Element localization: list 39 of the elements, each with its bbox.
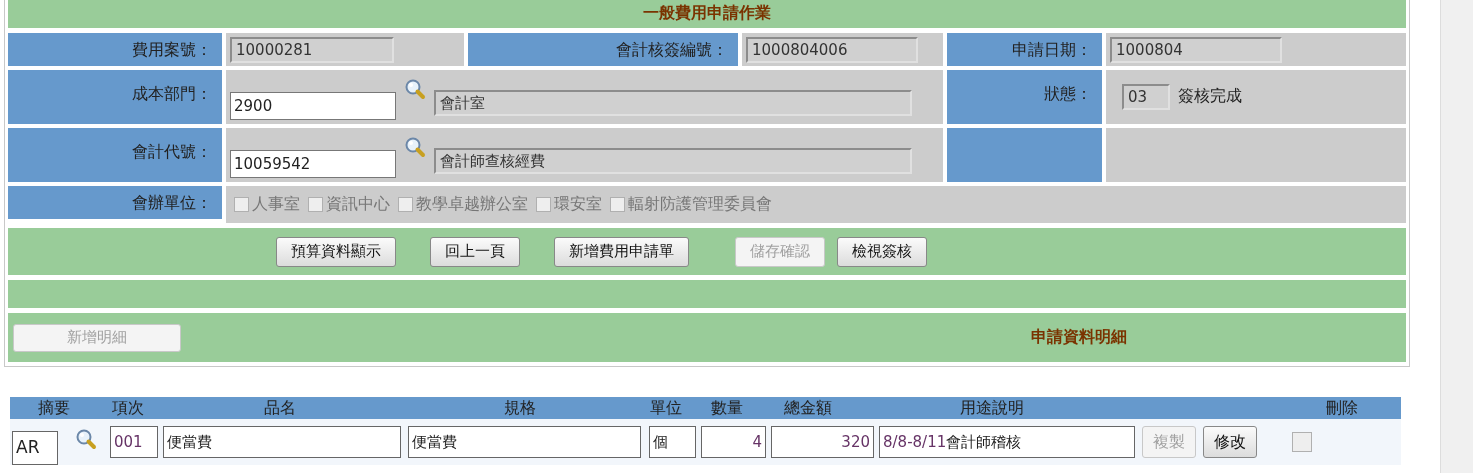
field-label: 成本部門： — [8, 70, 222, 124]
search-icon[interactable] — [75, 428, 97, 450]
scrollbar[interactable] — [1440, 0, 1473, 473]
summary-field[interactable]: AR — [12, 431, 58, 465]
action-button[interactable]: 預算資料顯示 — [276, 236, 396, 267]
column-header: 總金額 — [784, 398, 832, 418]
field-label: 費用案號： — [8, 33, 222, 66]
column-header: 用途說明 — [960, 398, 1024, 418]
action-button[interactable]: 檢視簽核 — [837, 236, 927, 267]
search-icon[interactable] — [404, 78, 426, 100]
action-button[interactable]: 回上一頁 — [430, 236, 520, 267]
item-field[interactable]: 001 — [110, 426, 158, 458]
column-header: 刪除 — [1326, 398, 1358, 418]
column-header: 規格 — [504, 398, 536, 418]
unit-field[interactable]: 個 — [649, 426, 696, 458]
purpose-field[interactable]: 8/8-8/11會計師稽核 — [879, 426, 1135, 458]
column-header: 項次 — [112, 398, 144, 418]
column-header: 摘要 — [38, 398, 70, 418]
field-label: 會辦單位： — [8, 186, 222, 219]
input-field[interactable]: 2900 — [230, 92, 396, 120]
spec-field[interactable]: 便當費 — [408, 426, 641, 458]
page-title: 一般費用申請作業 — [643, 2, 771, 24]
input-field[interactable]: 10059542 — [230, 150, 396, 178]
column-header: 單位 — [650, 398, 682, 418]
delete-checkbox[interactable] — [1292, 432, 1312, 452]
status-text: 簽核完成 — [1178, 85, 1242, 107]
edit-button[interactable]: 修改 — [1203, 426, 1257, 458]
field-label: 狀態： — [947, 70, 1102, 124]
column-header: 品名 — [264, 398, 296, 418]
column-header: 數量 — [711, 398, 743, 418]
search-icon[interactable] — [404, 136, 426, 158]
field-label: 會計代號： — [8, 128, 222, 182]
field-label: 申請日期： — [947, 33, 1102, 66]
field-label: 會計核簽編號： — [468, 33, 738, 66]
action-button[interactable]: 新增費用申請單 — [554, 236, 689, 267]
quantity-field[interactable]: 4 — [701, 426, 766, 458]
section-title: 申請資料明細 — [1031, 327, 1127, 348]
amount-field[interactable]: 320 — [771, 426, 874, 458]
name-field[interactable]: 便當費 — [163, 426, 401, 458]
